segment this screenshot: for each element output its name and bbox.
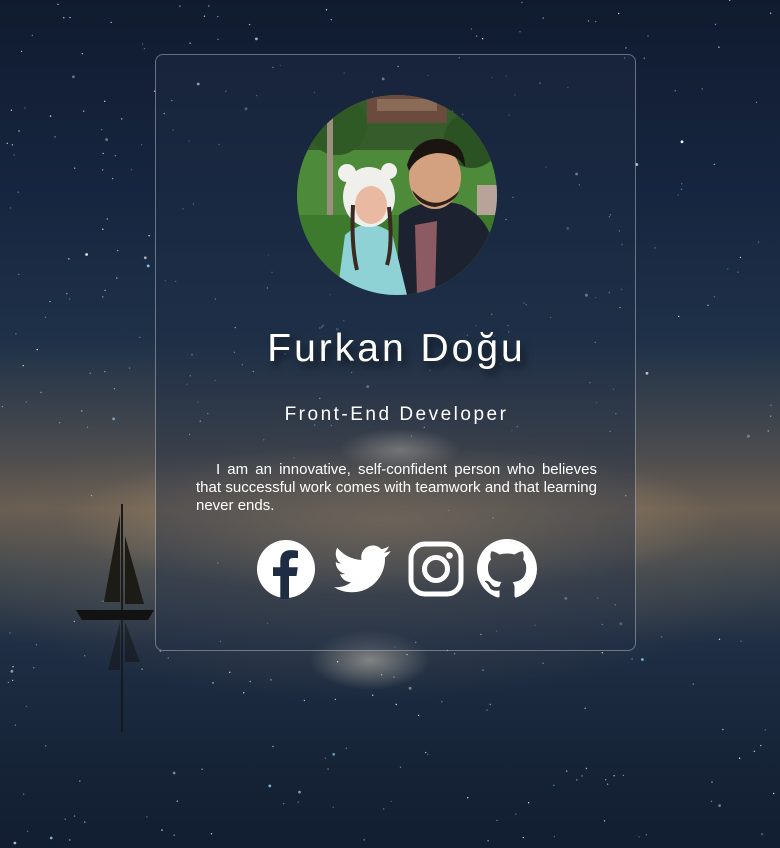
social-links [256, 539, 538, 599]
profile-card: Furkan Doğu Front-End Developer I am an … [155, 54, 636, 651]
sailboat-silhouette [76, 504, 154, 732]
facebook-link[interactable] [256, 539, 316, 599]
facebook-icon [257, 540, 315, 599]
instagram-link[interactable] [408, 539, 468, 599]
profile-role: Front-End Developer [284, 404, 509, 425]
twitter-icon [333, 545, 391, 593]
github-link[interactable] [477, 539, 537, 599]
profile-avatar [297, 95, 497, 295]
instagram-icon [408, 541, 464, 597]
github-icon [477, 539, 537, 598]
profile-name: Furkan Doğu [267, 327, 526, 370]
twitter-link[interactable] [331, 539, 391, 599]
profile-bio: I am an innovative, self-confident perso… [196, 461, 597, 514]
